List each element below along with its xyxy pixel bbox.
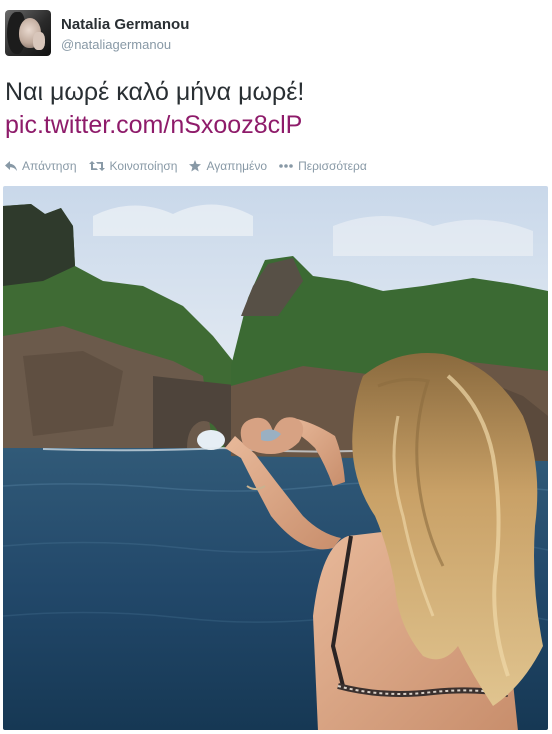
favorite-action[interactable]: Αγαπημένο <box>189 159 267 173</box>
tweet-header: Natalia Germanou @nataliagermanou <box>5 10 189 60</box>
more-action[interactable]: Περισσότερα <box>279 159 367 173</box>
tweet-media-link[interactable]: pic.twitter.com/nSxooz8clP <box>5 109 302 141</box>
star-icon <box>189 160 202 172</box>
reply-label: Απάντηση <box>22 159 77 173</box>
favorite-label: Αγαπημένο <box>206 159 268 173</box>
reply-icon <box>5 161 17 171</box>
author-names: Natalia Germanou @nataliagermanou <box>61 16 189 53</box>
tweet-photo[interactable] <box>3 186 548 730</box>
retweet-label: Κοινοποίηση <box>109 159 178 173</box>
more-icon <box>279 164 293 168</box>
tweet-card: Natalia Germanou @nataliagermanou Ναι μω… <box>0 0 552 734</box>
retweet-action[interactable]: Κοινοποίηση <box>88 159 178 173</box>
author-username[interactable]: @nataliagermanou <box>61 37 189 53</box>
retweet-icon <box>88 161 105 171</box>
tweet-actions: Απάντηση Κοινοποίηση Αγαπημένο Περισσότε… <box>5 157 379 175</box>
tweet-text: Ναι μωρέ καλό μήνα μωρέ! <box>5 78 305 106</box>
avatar[interactable] <box>5 10 51 56</box>
reply-action[interactable]: Απάντηση <box>5 159 77 173</box>
more-label: Περισσότερα <box>298 159 367 173</box>
author-fullname[interactable]: Natalia Germanou <box>61 16 189 34</box>
